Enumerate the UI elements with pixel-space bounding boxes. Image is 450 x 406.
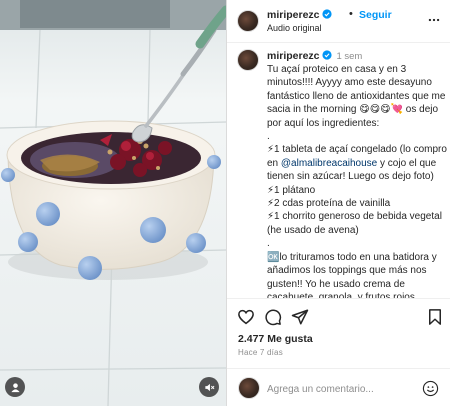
tagged-users-button[interactable] bbox=[5, 377, 25, 397]
caption-section: miriperezc 1 sem Tu açaí proteico en cas… bbox=[227, 44, 450, 298]
heart-icon[interactable] bbox=[237, 308, 255, 326]
bolt-emoji: ⚡ bbox=[267, 144, 275, 156]
paper-plane-icon[interactable] bbox=[291, 308, 309, 326]
verified-badge-icon bbox=[321, 9, 332, 19]
verified-badge-icon bbox=[321, 50, 332, 60]
comment-input[interactable] bbox=[267, 381, 417, 397]
acai-bowl-photo bbox=[0, 0, 226, 406]
ingredient-line: 2 cdas proteína de vainilla bbox=[274, 198, 391, 210]
speaker-muted-icon bbox=[204, 383, 214, 391]
mention-link[interactable]: @almalibreacaihouse bbox=[281, 158, 377, 169]
like-count[interactable]: 2.477 Me gusta bbox=[238, 333, 313, 345]
caption-author-avatar[interactable] bbox=[237, 49, 259, 71]
author-username[interactable]: miriperezc bbox=[267, 9, 332, 21]
follow-button[interactable]: Seguir bbox=[359, 9, 392, 21]
post-timestamp[interactable]: Hace 7 días bbox=[238, 348, 283, 357]
actions-section: 2.477 Me gusta Hace 7 días bbox=[227, 298, 450, 406]
bolt-emoji: ⚡ bbox=[267, 211, 275, 223]
current-user-avatar bbox=[238, 377, 260, 399]
caption-time[interactable]: 1 sem bbox=[336, 51, 362, 62]
emoji-group: 😋😋😋💘 bbox=[359, 104, 404, 116]
comment-composer bbox=[227, 368, 450, 406]
separator-dot: • bbox=[349, 8, 353, 20]
post-media[interactable] bbox=[0, 0, 226, 406]
bolt-emoji: ⚡ bbox=[267, 198, 275, 210]
post-header: miriperezc • Seguir Audio original bbox=[227, 0, 450, 43]
caption-username[interactable]: miriperezc bbox=[267, 50, 320, 62]
post-details-panel: miriperezc • Seguir Audio original mirip… bbox=[226, 0, 450, 406]
mute-button[interactable] bbox=[199, 377, 219, 397]
ingredient-line: 1 plátano bbox=[274, 184, 316, 196]
ok-emoji: 🆗 bbox=[267, 251, 280, 263]
author-avatar[interactable] bbox=[237, 10, 259, 32]
bookmark-icon[interactable] bbox=[426, 308, 444, 326]
bolt-emoji: ⚡ bbox=[267, 184, 275, 196]
smiley-face-icon[interactable] bbox=[422, 380, 439, 397]
audio-label[interactable]: Audio original bbox=[267, 23, 322, 33]
ingredient-line: 1 chorrito generoso de bebida vegetal (h… bbox=[267, 211, 442, 250]
username-text[interactable]: miriperezc bbox=[267, 9, 320, 21]
instructions-line: lo trituramos todo en una batidora y aña… bbox=[267, 251, 437, 298]
comment-bubble-icon[interactable] bbox=[264, 308, 282, 326]
caption-text: Tu açaí proteico en casa y en 3 minutos!… bbox=[267, 63, 447, 298]
caption-header: miriperezc 1 sem bbox=[267, 50, 362, 62]
user-icon bbox=[10, 382, 20, 392]
more-options-icon[interactable] bbox=[427, 13, 441, 27]
